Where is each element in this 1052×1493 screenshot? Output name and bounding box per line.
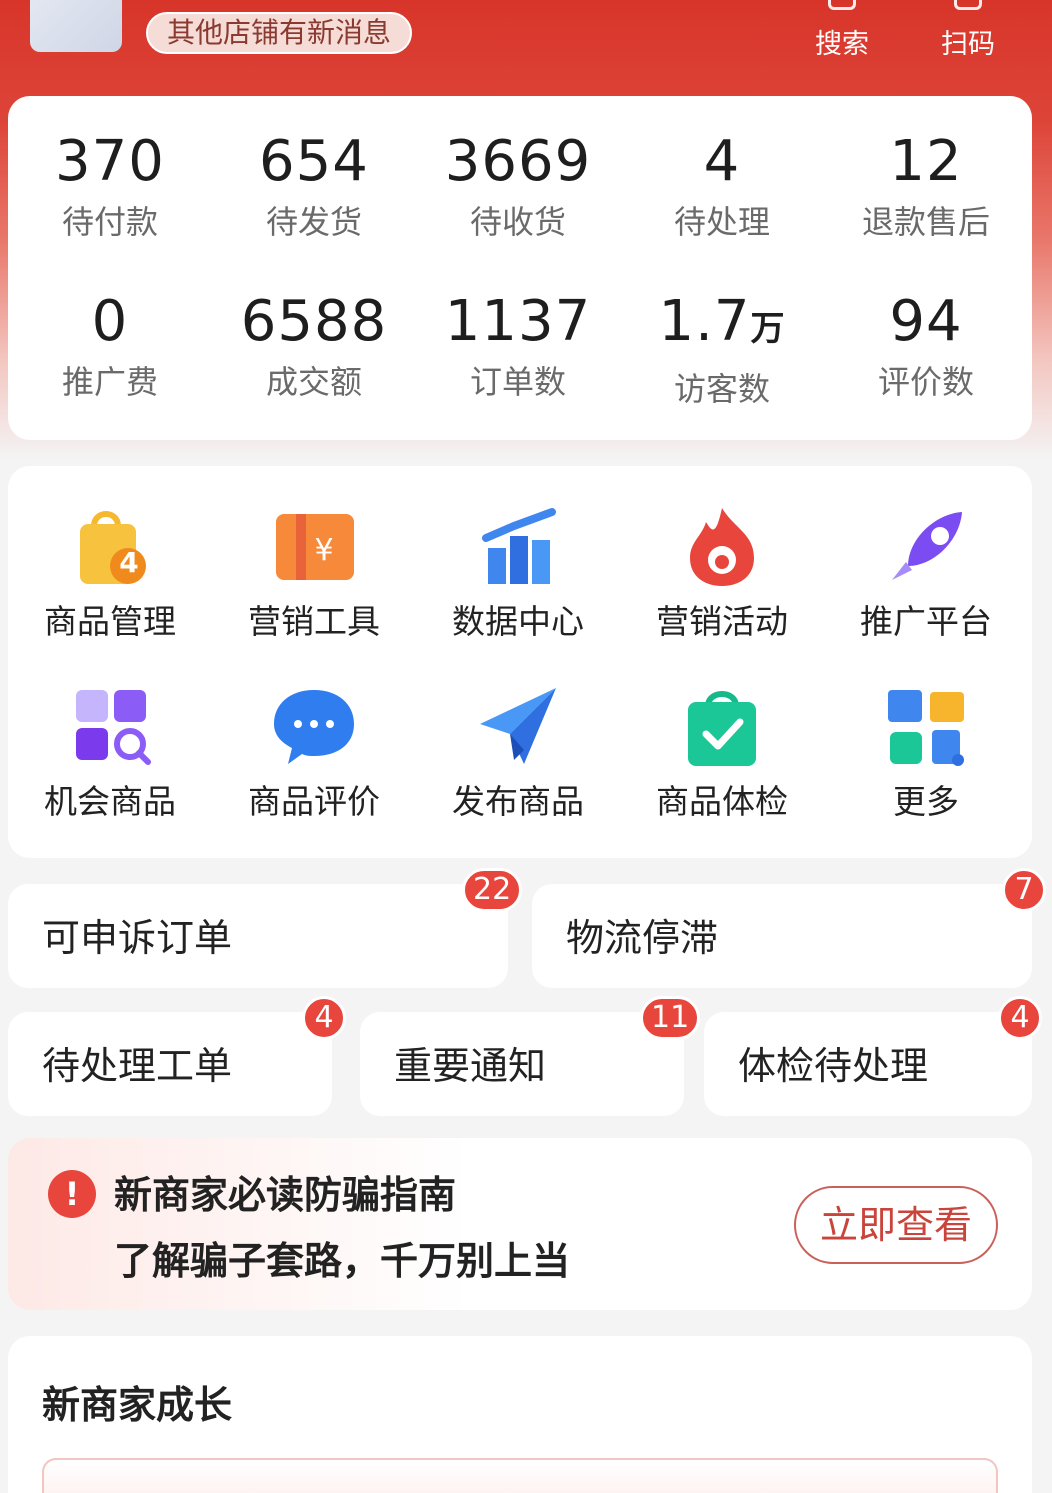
stat-visitors[interactable]: 1.7万 访客数 bbox=[620, 292, 824, 409]
tool-product-reviews[interactable]: 商品评价 bbox=[212, 680, 416, 822]
stat-label: 访客数 bbox=[673, 370, 770, 408]
stat-value-number: 1.7 bbox=[658, 289, 751, 354]
search-icon bbox=[828, 0, 856, 10]
stat-value: 4 bbox=[703, 129, 741, 194]
stat-value: 654 bbox=[259, 129, 369, 194]
stat-label: 待付款 bbox=[61, 203, 158, 241]
tool-more[interactable]: 更多 bbox=[824, 680, 1028, 822]
task-label: 可申诉订单 bbox=[42, 916, 233, 960]
task-label: 重要通知 bbox=[394, 1044, 547, 1088]
more-apps-icon bbox=[878, 680, 974, 776]
stat-value: 1137 bbox=[444, 289, 592, 354]
grid-search-icon bbox=[62, 680, 158, 776]
stat-promotion-cost[interactable]: 0 推广费 bbox=[8, 292, 212, 402]
task-label: 待处理工单 bbox=[42, 1044, 233, 1088]
stat-label: 退款售后 bbox=[861, 203, 990, 241]
stat-value: 370 bbox=[55, 129, 165, 194]
stat-pending-payment[interactable]: 370 待付款 bbox=[8, 132, 212, 242]
stat-to-handle[interactable]: 4 待处理 bbox=[620, 132, 824, 242]
badge-appealable-orders: 22 bbox=[462, 868, 523, 912]
rocket-icon bbox=[878, 500, 974, 596]
checked-bag-icon bbox=[674, 680, 770, 776]
anti-fraud-guide-card[interactable]: ! 新商家必读防骗指南 了解骗子套路，千万别上当 立即查看 bbox=[8, 1138, 1032, 1310]
chat-bubble-icon bbox=[266, 680, 362, 776]
scan-label: 扫码 bbox=[941, 29, 995, 60]
stat-value: 6588 bbox=[240, 289, 388, 354]
shop-message-notice[interactable]: 其他店铺有新消息 bbox=[146, 12, 412, 54]
stat-label: 评价数 bbox=[877, 363, 974, 401]
stat-value: 0 bbox=[91, 289, 129, 354]
badge-important-notice: 11 bbox=[640, 996, 701, 1040]
tool-promotion-platform[interactable]: 推广平台 bbox=[824, 500, 1028, 642]
tool-marketing-activity[interactable]: 营销活动 bbox=[620, 500, 824, 642]
task-label: 物流停滞 bbox=[566, 916, 719, 960]
task-appealable-orders[interactable]: 可申诉订单 bbox=[8, 884, 508, 988]
growth-title: 新商家成长 bbox=[42, 1383, 233, 1427]
stat-review-count[interactable]: 94 评价数 bbox=[824, 292, 1028, 402]
stat-to-ship[interactable]: 654 待发货 bbox=[212, 132, 416, 242]
view-now-button[interactable]: 立即查看 bbox=[794, 1186, 998, 1264]
stat-order-count[interactable]: 1137 订单数 bbox=[416, 292, 620, 402]
guide-subtitle: 了解骗子套路，千万别上当 bbox=[114, 1239, 571, 1283]
tool-publish-product[interactable]: 发布商品 bbox=[416, 680, 620, 822]
tool-badge: 4 bbox=[119, 546, 139, 579]
stat-value: 12 bbox=[889, 129, 963, 194]
bar-chart-icon bbox=[470, 500, 566, 596]
tool-label: 机会商品 bbox=[44, 782, 176, 821]
tool-label: 商品体检 bbox=[656, 782, 788, 821]
guide-title: 新商家必读防骗指南 bbox=[114, 1173, 457, 1217]
tool-label: 推广平台 bbox=[860, 602, 992, 641]
tool-marketing-tools[interactable]: ¥ 营销工具 bbox=[212, 500, 416, 642]
stat-value: 1.7万 bbox=[620, 292, 824, 359]
top-bar: 其他店铺有新消息 搜索 扫码 bbox=[0, 0, 1052, 90]
tool-data-center[interactable]: 数据中心 bbox=[416, 500, 620, 642]
scan-icon bbox=[954, 0, 982, 10]
badge-logistics-stalled: 7 bbox=[1002, 868, 1046, 912]
tool-label: 数据中心 bbox=[452, 602, 584, 641]
stat-refund-aftersale[interactable]: 12 退款售后 bbox=[824, 132, 1028, 242]
stat-label: 订单数 bbox=[469, 363, 566, 401]
tool-product-checkup[interactable]: 商品体检 bbox=[620, 680, 824, 822]
stat-to-receive[interactable]: 3669 待收货 bbox=[416, 132, 620, 242]
task-pending-tickets[interactable]: 待处理工单 bbox=[8, 1012, 332, 1116]
task-checkup-pending[interactable]: 体检待处理 bbox=[704, 1012, 1032, 1116]
tool-label: 更多 bbox=[893, 782, 959, 821]
stat-label: 待收货 bbox=[469, 203, 566, 241]
badge-pending-tickets: 4 bbox=[302, 996, 346, 1040]
stat-label: 成交额 bbox=[265, 363, 362, 401]
alert-icon: ! bbox=[48, 1170, 96, 1218]
stat-value-unit: 万 bbox=[750, 309, 786, 349]
stat-label: 待处理 bbox=[673, 203, 770, 241]
tool-opportunity-products[interactable]: 机会商品 bbox=[8, 680, 212, 822]
search-label: 搜索 bbox=[815, 29, 869, 60]
tool-label: 商品评价 bbox=[248, 782, 380, 821]
stats-card: 370 待付款 654 待发货 3669 待收货 4 待处理 12 退款售后 0… bbox=[8, 96, 1032, 440]
task-logistics-stalled[interactable]: 物流停滞 bbox=[532, 884, 1032, 988]
stat-label: 待发货 bbox=[265, 203, 362, 241]
svg-text:¥: ¥ bbox=[314, 533, 333, 568]
badge-checkup-pending: 4 bbox=[998, 996, 1042, 1040]
growth-panel[interactable] bbox=[42, 1458, 998, 1493]
stat-value: 3669 bbox=[444, 129, 592, 194]
flame-icon bbox=[674, 500, 770, 596]
tool-label: 商品管理 bbox=[44, 602, 176, 641]
coupon-icon: ¥ bbox=[266, 500, 362, 596]
tool-label: 发布商品 bbox=[452, 782, 584, 821]
growth-card: 新商家成长 bbox=[8, 1336, 1032, 1493]
shop-avatar[interactable] bbox=[30, 0, 122, 52]
shopping-bag-icon: 4 bbox=[62, 500, 158, 596]
tool-label: 营销工具 bbox=[248, 602, 380, 641]
task-label: 体检待处理 bbox=[738, 1044, 929, 1088]
search-button[interactable]: 搜索 bbox=[802, 0, 882, 61]
tools-card: 4 商品管理 ¥ 营销工具 数据中心 营销活动 推广平台 机会商品 商品评价 发… bbox=[8, 466, 1032, 858]
stat-gmv[interactable]: 6588 成交额 bbox=[212, 292, 416, 402]
scan-button[interactable]: 扫码 bbox=[928, 0, 1008, 61]
stat-label: 推广费 bbox=[61, 363, 158, 401]
tool-label: 营销活动 bbox=[656, 602, 788, 641]
tool-product-management[interactable]: 4 商品管理 bbox=[8, 500, 212, 642]
stat-value: 94 bbox=[889, 289, 963, 354]
paper-plane-icon bbox=[470, 680, 566, 776]
task-important-notice[interactable]: 重要通知 bbox=[360, 1012, 684, 1116]
